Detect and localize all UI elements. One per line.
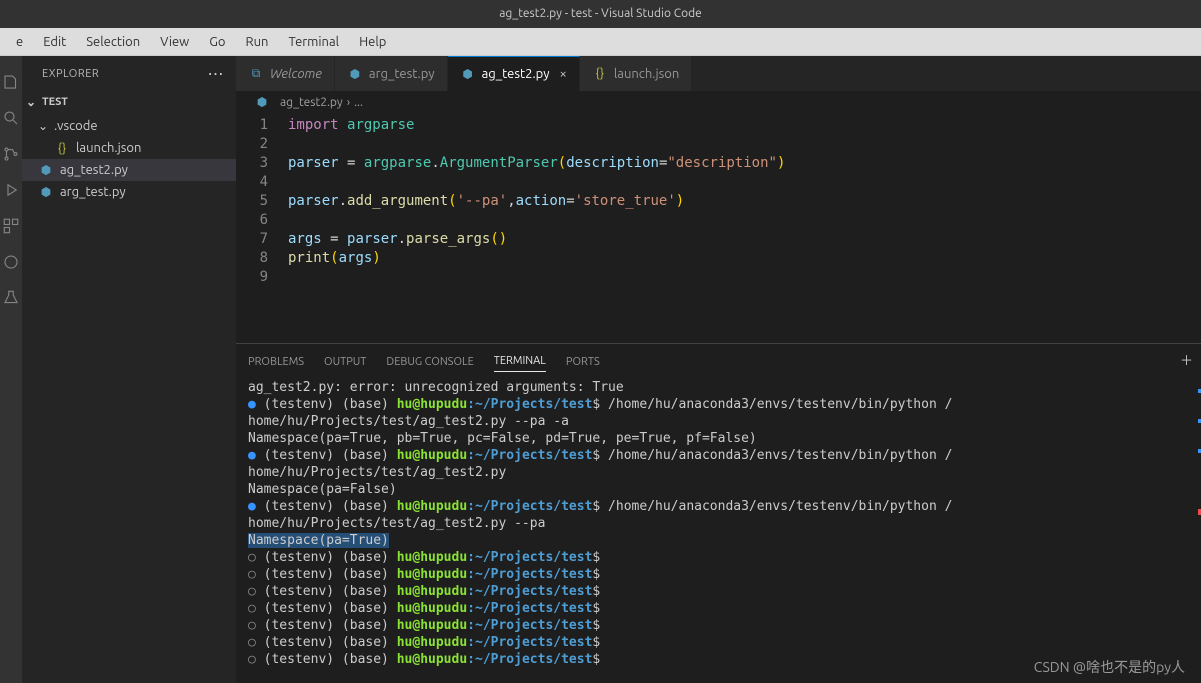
tree-folder-vscode[interactable]: ⌄ .vscode <box>22 115 236 137</box>
tree-item-label: arg_test.py <box>60 185 126 199</box>
code-content[interactable]: import argparse parser = argparse.Argume… <box>288 114 1201 343</box>
new-terminal-icon[interactable]: ＋ <box>1180 350 1193 369</box>
activity-bar <box>0 56 22 683</box>
editor-tabs: ⧉ Welcome ⬢ arg_test.py ⬢ ag_test2.py × … <box>236 56 1201 91</box>
tree-item-label: ag_test2.py <box>60 163 128 177</box>
line-numbers: 123456789 <box>236 114 288 343</box>
menu-selection[interactable]: Selection <box>76 35 150 49</box>
tree-file-launch[interactable]: {} launch.json <box>22 137 236 159</box>
panel-tab-problems[interactable]: PROBLEMS <box>248 352 304 372</box>
editor-area: ⧉ Welcome ⬢ arg_test.py ⬢ ag_test2.py × … <box>236 56 1201 683</box>
section-label: TEST <box>42 96 68 108</box>
breadcrumb-more: ... <box>354 96 363 109</box>
panel-tab-debugconsole[interactable]: DEBUG CONSOLE <box>386 352 473 372</box>
breadcrumb-sep: › <box>347 96 350 109</box>
tab-launch[interactable]: {} launch.json <box>580 56 692 91</box>
python-icon: ⬢ <box>254 94 270 110</box>
debug-icon[interactable] <box>1 180 21 200</box>
menu-bar: e Edit Selection View Go Run Terminal He… <box>0 28 1201 56</box>
terminal-scrollbar[interactable] <box>1195 379 1201 659</box>
python-icon: ⬢ <box>460 66 476 82</box>
menu-help[interactable]: Help <box>349 35 396 49</box>
tab-welcome[interactable]: ⧉ Welcome <box>236 56 335 91</box>
breadcrumb[interactable]: ⬢ ag_test2.py › ... <box>236 91 1201 113</box>
testing-icon[interactable] <box>1 288 21 308</box>
breadcrumb-file: ag_test2.py <box>280 96 343 109</box>
terminal-line: ag_test2.py: error: unrecognized argumen… <box>248 379 1189 396</box>
panel-tab-terminal[interactable]: TERMINAL <box>494 351 546 372</box>
folder-section-header[interactable]: ⌄ TEST <box>22 91 236 113</box>
terminal[interactable]: ag_test2.py: error: unrecognized argumen… <box>236 379 1201 683</box>
python-icon: ⬢ <box>38 162 54 178</box>
chevron-down-icon: ⌄ <box>26 95 38 109</box>
file-tree: ⌄ .vscode {} launch.json ⬢ ag_test2.py ⬢… <box>22 113 236 203</box>
window-title: ag_test2.py - test - Visual Studio Code <box>0 0 1201 28</box>
menu-run[interactable]: Run <box>236 35 279 49</box>
menu-terminal[interactable]: Terminal <box>278 35 349 49</box>
python-icon: ⬢ <box>38 184 54 200</box>
tab-label: Welcome <box>270 67 322 81</box>
panel-tabs: PROBLEMS OUTPUT DEBUG CONSOLE TERMINAL P… <box>236 344 1201 379</box>
tab-argtest[interactable]: ⬢ arg_test.py <box>335 56 448 91</box>
extensions-icon[interactable] <box>1 216 21 236</box>
sidebar-title: EXPLORER <box>42 68 99 80</box>
json-icon: {} <box>54 140 70 156</box>
menu-go[interactable]: Go <box>199 35 235 49</box>
tab-label: ag_test2.py <box>482 67 550 81</box>
tree-item-label: launch.json <box>76 141 141 155</box>
panel-tab-output[interactable]: OUTPUT <box>324 352 366 372</box>
sidebar-more-icon[interactable]: ⋯ <box>208 64 225 83</box>
files-icon[interactable] <box>1 72 21 92</box>
panel-tab-ports[interactable]: PORTS <box>566 352 600 372</box>
menu-view[interactable]: View <box>150 35 199 49</box>
tab-label: launch.json <box>614 67 679 81</box>
scm-icon[interactable] <box>1 144 21 164</box>
watermark: CSDN @啥也不是的py人 <box>1034 657 1185 677</box>
code-editor[interactable]: 123456789 import argparse parser = argpa… <box>236 113 1201 343</box>
sidebar: EXPLORER ⋯ ⌄ TEST ⌄ .vscode {} launch.js… <box>22 56 236 683</box>
search-icon[interactable] <box>1 108 21 128</box>
python-icon: ⬢ <box>347 66 363 82</box>
tab-agtest2[interactable]: ⬢ ag_test2.py × <box>448 56 580 91</box>
tree-item-label: .vscode <box>54 119 98 133</box>
tree-file-argtest[interactable]: ⬢ arg_test.py <box>22 181 236 203</box>
vscode-icon: ⧉ <box>248 66 264 82</box>
chevron-down-icon: ⌄ <box>38 119 50 133</box>
tree-file-agtest2[interactable]: ⬢ ag_test2.py <box>22 159 236 181</box>
tab-label: arg_test.py <box>369 67 435 81</box>
menu-file[interactable]: e <box>6 35 33 49</box>
menu-edit[interactable]: Edit <box>33 35 76 49</box>
json-icon: {} <box>592 66 608 82</box>
close-icon[interactable]: × <box>560 67 567 81</box>
panel-area: PROBLEMS OUTPUT DEBUG CONSOLE TERMINAL P… <box>236 343 1201 683</box>
remote-icon[interactable] <box>1 252 21 272</box>
